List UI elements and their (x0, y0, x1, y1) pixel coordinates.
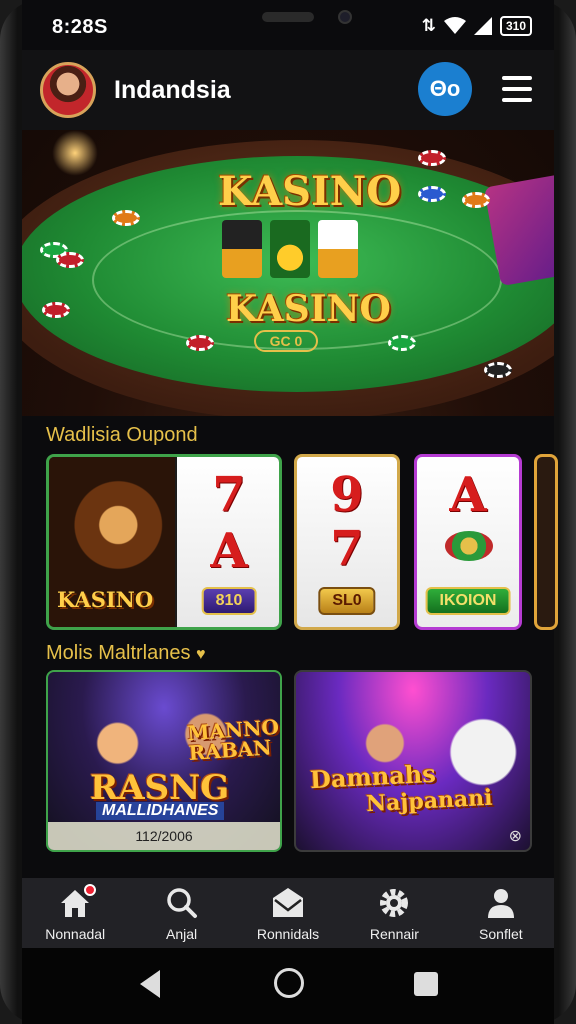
slot-tile-logo: KASINO (57, 587, 154, 612)
reel-symbol: A (449, 467, 487, 523)
chip-icon (388, 335, 416, 351)
chip-icon (462, 192, 490, 208)
card-icon (222, 220, 262, 278)
chip-icon (42, 302, 70, 318)
slot-tile[interactable]: A IKOION (414, 454, 522, 630)
battery-icon: 310 (499, 16, 532, 36)
promo-card[interactable]: Damnahs Najpanani ⊗ (294, 670, 532, 852)
mail-icon (273, 888, 304, 917)
gamepad-icon[interactable]: ⊗ (509, 826, 522, 846)
status-icons: ⇅ 310 (422, 16, 532, 36)
search-icon (166, 888, 197, 918)
promo-card[interactable]: MANNO RABAN RASNG MALLIDHANES 112/2006 (46, 670, 282, 852)
nav-item-home[interactable]: Nonnadal (22, 878, 128, 948)
coin-icon (445, 531, 493, 561)
recents-icon[interactable] (414, 972, 438, 996)
nav-item-search[interactable]: Anjal (128, 878, 234, 948)
nav-item-profile[interactable]: Sonflet (448, 878, 554, 948)
promo-footer: 112/2006 (48, 822, 280, 850)
chip-icon (56, 252, 84, 268)
chip-icon (186, 335, 214, 351)
nav-item-settings[interactable]: Rennair (341, 878, 447, 948)
home-button-icon[interactable] (274, 968, 304, 998)
coin-icon (270, 220, 310, 278)
slot-tile-partial[interactable] (534, 454, 558, 630)
status-time: 8:28S (52, 16, 108, 38)
promo-subtitle: MALLIDHANES (96, 802, 225, 820)
promo-badge: MANNO RABAN (186, 714, 280, 766)
user-icon (487, 889, 514, 918)
nav-label: Sonflet (479, 926, 523, 942)
reel-symbol: 7 (330, 521, 364, 577)
back-icon[interactable] (140, 970, 160, 998)
pot-label: GC 0 (254, 330, 318, 352)
notification-badge (84, 884, 96, 896)
nav-label: Nonnadal (45, 926, 106, 942)
reel-symbol: 7 (212, 467, 246, 523)
hero-logo-bottom: KASINO (226, 288, 391, 330)
profile-action-button[interactable]: Θo (418, 62, 472, 116)
heart-icon: ♥ (196, 646, 206, 663)
card-icon (318, 220, 358, 278)
section-title-multiplayer: Molis Maltrlanes ♥ (46, 642, 206, 665)
reel-symbol: A (210, 523, 248, 579)
screen: 8:28S ⇅ 310 Indandsia Θo KASINO KASINO G… (22, 0, 558, 1024)
app-title: Indandsia (114, 76, 231, 104)
slot-tile[interactable]: 9 7 SL0 (294, 454, 400, 630)
chip-icon (418, 186, 446, 202)
section-title-text: Molis Maltrlanes (46, 642, 191, 664)
data-transfer-icon: ⇅ (421, 16, 436, 35)
nav-label: Ronnidals (256, 926, 320, 942)
chip-icon (484, 362, 512, 378)
wifi-icon (443, 17, 466, 34)
lamp-glow (52, 130, 98, 176)
front-camera (338, 10, 352, 24)
system-nav-bar (22, 948, 554, 1024)
nav-label: Rennair (369, 926, 419, 942)
slot-tile-label: 810 (201, 587, 257, 615)
signal-icon (473, 17, 492, 35)
hero-logo-top: KASINO (218, 168, 402, 215)
reel-symbol: 9 (330, 467, 364, 523)
bottom-nav: Nonnadal Anjal Ronnidals Rennair Sonflet (22, 878, 554, 948)
avatar[interactable] (40, 62, 96, 118)
hamburger-menu-icon[interactable] (502, 76, 532, 102)
app-header: Indandsia Θo (22, 50, 554, 130)
chip-icon (418, 150, 446, 166)
speaker-notch (262, 12, 314, 22)
hero-banner[interactable]: KASINO KASINO GC 0 (22, 130, 554, 416)
section-title-featured: Wadlisia Oupond (46, 424, 198, 446)
slot-reel: 7 A 810 (177, 457, 279, 627)
status-bar: 8:28S ⇅ 310 (22, 0, 554, 50)
nav-item-messages[interactable]: Ronnidals (235, 878, 341, 948)
phone-frame: 8:28S ⇅ 310 Indandsia Θo KASINO KASINO G… (0, 0, 576, 1024)
slot-tile-label: SL0 (318, 587, 376, 615)
promo-title: Najpanani (365, 784, 494, 818)
slot-tile-label: IKOION (425, 587, 511, 615)
slot-tile-featured[interactable]: KASINO 7 A 810 (46, 454, 282, 630)
chip-icon (112, 210, 140, 226)
nav-label: Anjal (166, 926, 198, 942)
gear-icon (380, 889, 409, 917)
